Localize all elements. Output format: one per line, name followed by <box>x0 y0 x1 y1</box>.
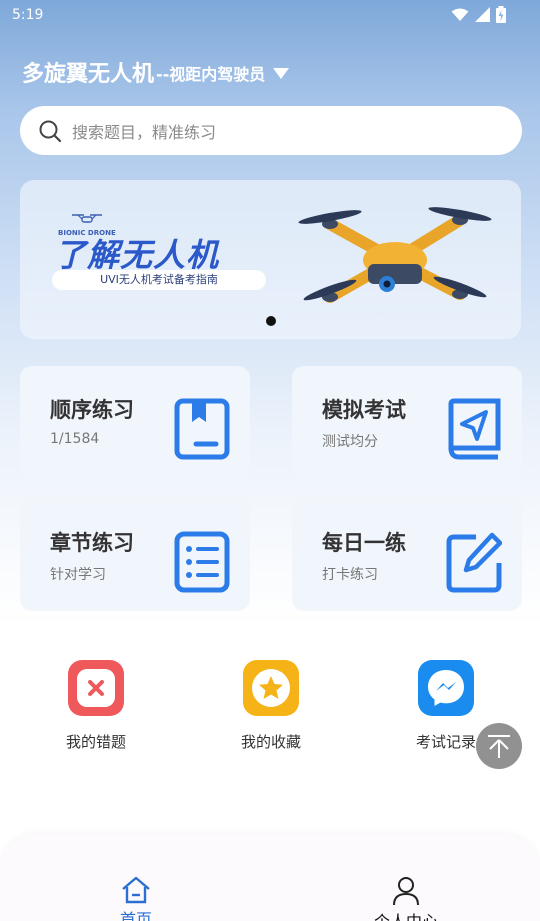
send-book-icon <box>448 398 501 460</box>
card-mock-exam[interactable]: 模拟考试 测试均分 <box>292 366 522 478</box>
list-icon <box>174 531 230 593</box>
card-title: 顺序练习 <box>50 398 134 422</box>
quick-link-label: 我的错题 <box>65 733 126 751</box>
wifi-icon <box>451 8 469 21</box>
carousel-indicator[interactable] <box>266 316 276 326</box>
tab-profile[interactable]: 个人中心 <box>346 876 466 921</box>
edit-icon <box>446 532 502 593</box>
exam-type-selector[interactable]: 多旋翼无人机 --视距内驾驶员 <box>22 56 290 88</box>
card-progress: 1/1584 <box>50 431 100 447</box>
quick-link-wrong-questions[interactable]: 我的错题 <box>36 660 156 752</box>
card-subtitle: 打卡练习 <box>322 567 378 583</box>
card-title: 每日一练 <box>322 531 406 555</box>
star-icon <box>243 660 299 716</box>
drone-logo-icon <box>72 214 102 223</box>
banner-carousel[interactable]: BIONIC DRONE 了解无人机 UVI无人机考试备考指南 <box>20 180 521 339</box>
back-to-top-button[interactable] <box>476 723 522 769</box>
page-title: 多旋翼无人机 <box>22 62 155 87</box>
status-time: 5:19 <box>12 7 44 23</box>
bottom-tab-bar: 首页 个人中心 <box>0 834 540 921</box>
search-icon <box>39 120 62 142</box>
arrow-up-to-top-icon <box>488 735 510 758</box>
quick-link-label: 我的收藏 <box>240 733 301 751</box>
card-subtitle: 测试均分 <box>322 434 378 450</box>
user-icon <box>393 877 419 906</box>
card-subtitle: 针对学习 <box>50 567 106 583</box>
quick-link-favorites[interactable]: 我的收藏 <box>211 660 331 752</box>
book-icon <box>174 398 230 460</box>
card-daily-practice[interactable]: 每日一练 打卡练习 <box>292 499 522 611</box>
home-icon <box>122 876 150 904</box>
search-bar[interactable]: 搜索题目，精准练习 <box>20 106 522 155</box>
battery-charging-icon <box>496 6 506 23</box>
card-title: 模拟考试 <box>322 398 406 422</box>
tab-home[interactable]: 首页 <box>76 876 196 921</box>
card-chapter-practice[interactable]: 章节练习 针对学习 <box>20 499 250 611</box>
messenger-icon <box>418 660 474 716</box>
search-placeholder: 搜索题目，精准练习 <box>72 122 217 142</box>
tab-label: 首页 <box>119 910 152 921</box>
page-subtitle: --视距内驾驶员 <box>156 65 266 84</box>
card-sequential-practice[interactable]: 顺序练习 1/1584 <box>20 366 250 478</box>
wrong-questions-icon <box>68 660 124 716</box>
drone-illustration <box>298 207 492 303</box>
card-title: 章节练习 <box>50 531 134 555</box>
status-bar: 5:19 <box>0 0 540 32</box>
caret-down-icon <box>273 68 290 79</box>
tab-label: 个人中心 <box>346 908 466 921</box>
banner-subtitle: UVI无人机考试备考指南 <box>52 270 266 290</box>
signal-icon <box>475 7 490 22</box>
